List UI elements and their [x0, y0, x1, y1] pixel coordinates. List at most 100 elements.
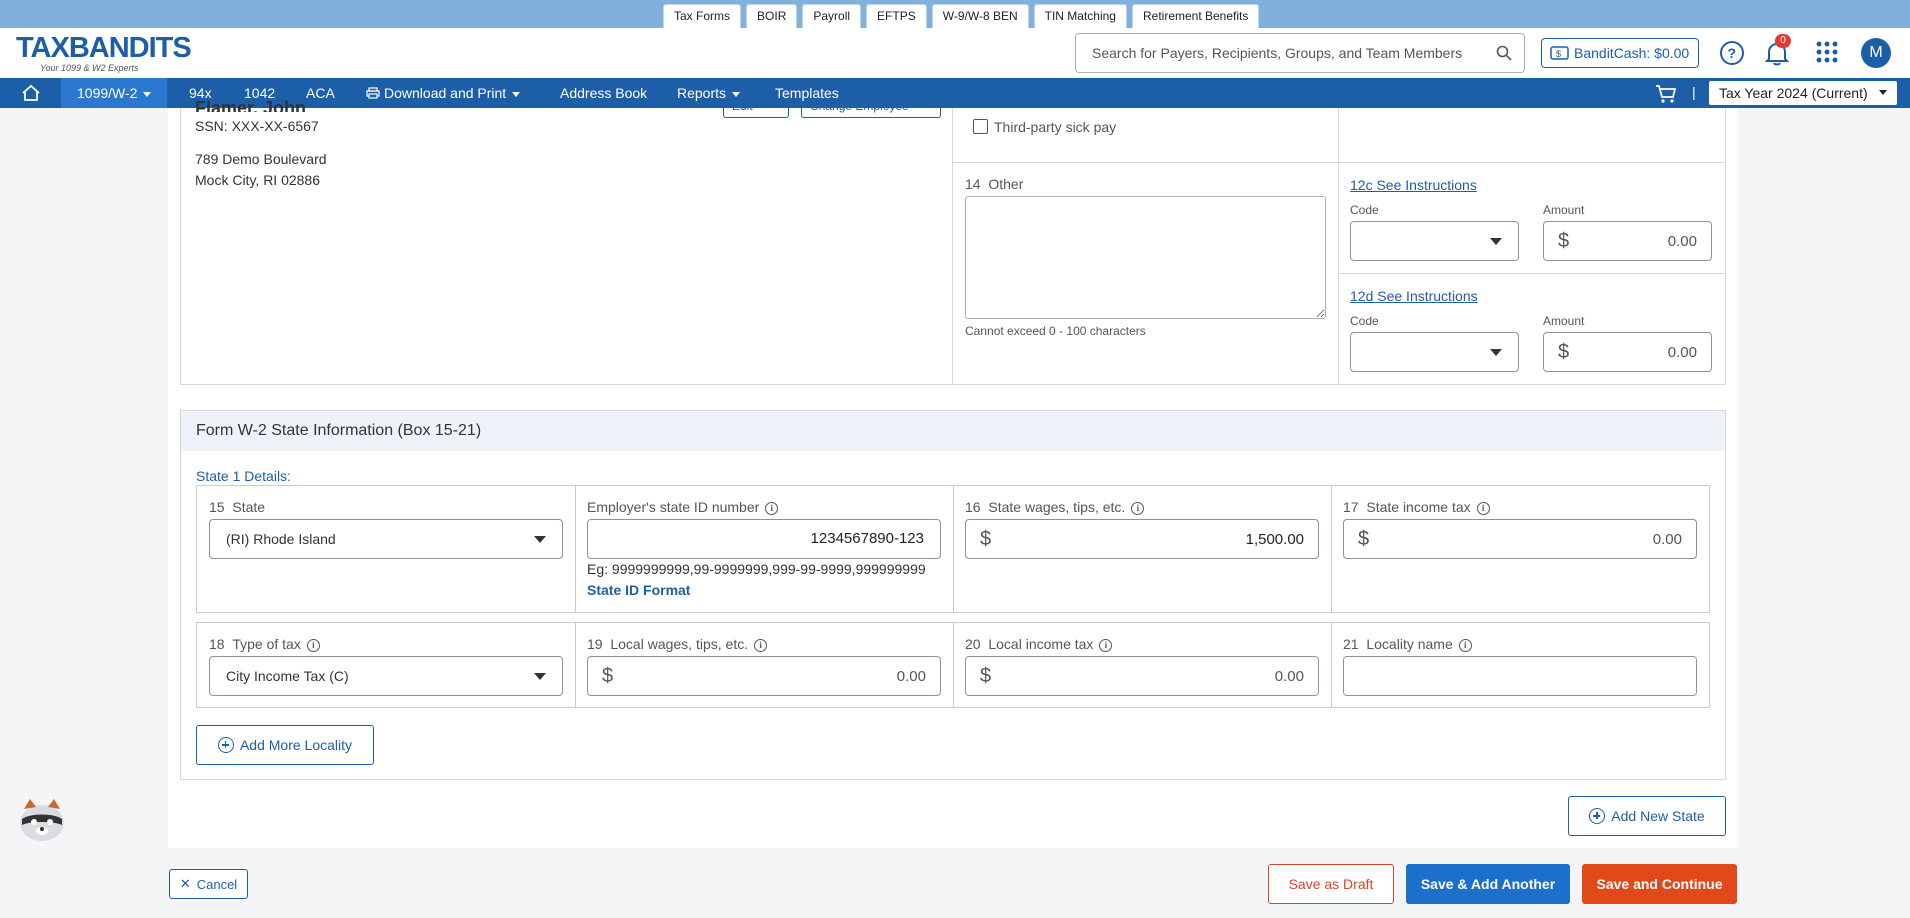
info-icon[interactable]: i [1131, 501, 1145, 515]
wallet-icon: $ [1550, 46, 1569, 60]
box16-label-text: State wages, tips, etc. [988, 499, 1126, 515]
box14-other-textarea[interactable] [965, 196, 1326, 319]
box21-label-text: Locality name [1366, 636, 1453, 652]
box12d-amount-input[interactable]: $ 0.00 [1543, 332, 1712, 372]
box12c-code-select[interactable] [1350, 221, 1519, 261]
box12c-instructions-link[interactable]: 12c See Instructions [1350, 177, 1477, 193]
svg-text:?: ? [1728, 45, 1737, 61]
add-new-state-button[interactable]: Add New State [1568, 796, 1726, 836]
box20-label: 20 Local income tax i [965, 636, 1113, 652]
info-icon[interactable]: i [754, 638, 768, 652]
type-of-tax-value: City Income Tax (C) [226, 668, 349, 684]
chevron-down-icon [143, 91, 152, 97]
tab-tax-forms[interactable]: Tax Forms [663, 4, 742, 30]
dollar-sign: $ [980, 528, 992, 550]
tab-retirement-benefits[interactable]: Retirement Benefits [1131, 4, 1260, 28]
cancel-button[interactable]: ✕ Cancel [169, 869, 248, 899]
state-income-tax-input[interactable]: $ 0.00 [1343, 519, 1697, 559]
change-employee-button[interactable]: Change Employee [801, 100, 941, 118]
tab-tin-matching[interactable]: TIN Matching [1033, 4, 1127, 28]
box18-label: 18 Type of tax i [209, 636, 320, 652]
dropdown-arrow-icon [534, 536, 546, 543]
home-button[interactable] [0, 78, 61, 108]
state-wages-input[interactable]: $ 1,500.00 [965, 519, 1319, 559]
raccoon-mascot-icon[interactable] [16, 793, 68, 845]
dollar-sign: $ [1558, 230, 1570, 252]
local-income-tax-value: 0.00 [1274, 668, 1304, 685]
state-income-tax-value: 0.00 [1652, 531, 1682, 548]
add-more-locality-button[interactable]: Add More Locality [196, 725, 374, 765]
state-wages-value: 1,500.00 [1245, 531, 1304, 548]
chevron-down-icon [732, 91, 741, 97]
box19-number: 19 [587, 636, 603, 652]
info-icon[interactable]: i [1458, 638, 1472, 652]
box14-hint: Cannot exceed 0 - 100 characters [965, 324, 1146, 338]
local-wages-input[interactable]: $ 0.00 [587, 656, 941, 696]
box12d-code-label: Code [1350, 314, 1379, 328]
edit-employee-button[interactable]: Edit [723, 100, 789, 118]
apps-grid-icon[interactable] [1815, 40, 1839, 64]
employer-state-id-input[interactable]: 1234567890-123 [587, 519, 941, 559]
save-as-draft-button[interactable]: Save as Draft [1268, 864, 1394, 904]
tab-eftps[interactable]: EFTPS [866, 4, 927, 28]
nav-address-book[interactable]: Address Book [560, 78, 647, 108]
divider [953, 623, 954, 707]
box18-label-text: Type of tax [232, 636, 301, 652]
cancel-label: Cancel [196, 876, 238, 892]
third-party-sick-pay-checkbox[interactable] [973, 119, 988, 134]
logo-tagline: Your 1099 & W2 Experts [40, 63, 139, 73]
state-row-1: 15 State (RI) Rhode Island Employer's st… [196, 485, 1710, 613]
divider [953, 486, 954, 612]
dropdown-arrow-icon [1490, 238, 1502, 245]
bandit-cash-button[interactable]: $ BanditCash: $0.00 [1541, 38, 1699, 68]
search-icon[interactable] [1496, 45, 1512, 61]
tab-boir[interactable]: BOIR [746, 4, 798, 28]
box15-label-text: State [232, 499, 266, 515]
search-input[interactable] [1076, 34, 1476, 72]
nav-aca[interactable]: ACA [306, 78, 335, 108]
info-icon[interactable]: i [306, 638, 320, 652]
save-and-add-another-button[interactable]: Save & Add Another [1406, 864, 1570, 904]
dollar-sign: $ [602, 665, 614, 687]
local-income-tax-input[interactable]: $ 0.00 [965, 656, 1319, 696]
notification-badge: 0 [1775, 34, 1791, 48]
box16-label: 16 State wages, tips, etc. i [965, 499, 1145, 515]
box12d-instructions-link[interactable]: 12d See Instructions [1350, 288, 1478, 304]
user-avatar[interactable]: M [1861, 38, 1891, 68]
third-party-sick-pay-label: Third-party sick pay [994, 119, 1117, 135]
plus-circle-icon [217, 737, 234, 753]
info-icon[interactable]: i [1099, 638, 1113, 652]
box12c-amount-input[interactable]: $ 0.00 [1543, 221, 1712, 261]
dollar-sign: $ [1558, 341, 1570, 363]
nav-download-print[interactable]: Download and Print [366, 78, 521, 108]
locality-name-input[interactable] [1343, 656, 1697, 696]
tax-year-select[interactable]: Tax Year 2024 (Current) [1709, 81, 1897, 105]
nav-1099-w2-label: 1099/W-2 [77, 85, 138, 101]
employer-state-id-label: Employer's state ID number i [587, 499, 779, 515]
employee-address-line2: Mock City, RI 02886 [195, 172, 321, 188]
add-new-state-label: Add New State [1611, 808, 1705, 824]
tab-w9-w8ben[interactable]: W-9/W-8 BEN [931, 4, 1029, 28]
svg-text:$: $ [1556, 49, 1561, 59]
employee-address-line1: 789 Demo Boulevard [195, 151, 327, 167]
info-icon[interactable]: i [1476, 501, 1490, 515]
save-and-continue-button[interactable]: Save and Continue [1582, 864, 1737, 904]
type-of-tax-select[interactable]: City Income Tax (C) [209, 656, 563, 696]
chevron-down-icon [512, 91, 521, 97]
state1-label: State 1 Details: [196, 468, 291, 484]
state-id-format-link[interactable]: State ID Format [587, 582, 690, 598]
taxbandits-logo[interactable]: TAXBANDITS Your 1099 & W2 Experts [16, 32, 196, 74]
bandit-cash-amount: $0.00 [1654, 45, 1690, 61]
dollar-sign: $ [1358, 528, 1370, 550]
nav-1099-w2[interactable]: 1099/W-2 [61, 78, 168, 108]
box17-label: 17 State income tax i [1343, 499, 1490, 515]
state-select[interactable]: (RI) Rhode Island [209, 519, 563, 559]
tab-payroll[interactable]: Payroll [802, 4, 862, 28]
nav-separator: | [1692, 84, 1696, 100]
box12d-code-select[interactable] [1350, 332, 1519, 372]
box17-label-text: State income tax [1366, 499, 1471, 515]
state-id-example: Eg: 9999999999,99-9999999,999-99-9999,99… [587, 561, 926, 577]
help-icon[interactable]: ? [1719, 40, 1745, 66]
info-icon[interactable]: i [765, 501, 779, 515]
cart-icon[interactable] [1655, 84, 1677, 104]
